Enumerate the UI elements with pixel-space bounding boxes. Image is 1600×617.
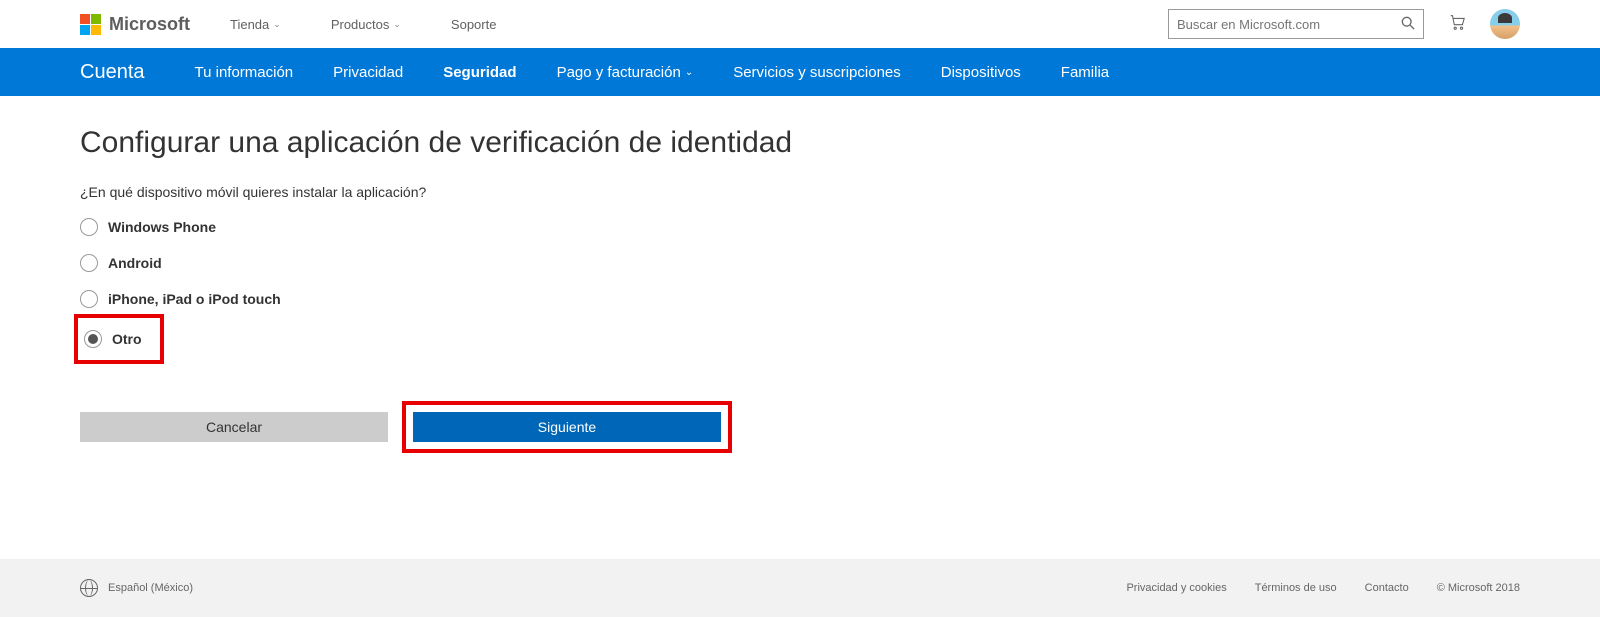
radio-label: Otro (112, 331, 142, 347)
menu-soporte[interactable]: Soporte (451, 17, 497, 32)
footer-privacy[interactable]: Privacidad y cookies (1126, 582, 1226, 594)
page-title: Configurar una aplicación de verificació… (80, 126, 1520, 160)
radio-label: iPhone, iPad o iPod touch (108, 291, 281, 307)
footer-copyright: © Microsoft 2018 (1437, 582, 1520, 594)
radio-icon (80, 254, 98, 272)
chevron-down-icon: ⌄ (273, 19, 281, 30)
radio-android[interactable]: Android (80, 254, 1520, 272)
menu-productos[interactable]: Productos ⌄ (331, 17, 401, 32)
radio-icon (80, 290, 98, 308)
microsoft-logo-icon (80, 14, 101, 35)
locale-label: Español (México) (108, 582, 193, 594)
account-nav: Cuenta Tu información Privacidad Segurid… (0, 48, 1600, 96)
global-header: Microsoft Tienda ⌄ Productos ⌄ Soporte (0, 0, 1600, 48)
main-content: Configurar una aplicación de verificació… (0, 96, 1600, 502)
footer-locale[interactable]: Español (México) (80, 579, 193, 597)
device-prompt: ¿En qué dispositivo móvil quieres instal… (80, 184, 1520, 200)
footer-links: Privacidad y cookies Términos de uso Con… (1126, 582, 1520, 594)
footer-contact[interactable]: Contacto (1365, 582, 1409, 594)
radio-label: Android (108, 255, 162, 271)
menu-tienda[interactable]: Tienda ⌄ (230, 17, 281, 32)
chevron-down-icon: ⌄ (685, 67, 693, 78)
avatar[interactable] (1490, 9, 1520, 39)
menu-label: Productos (331, 17, 390, 32)
global-menu: Tienda ⌄ Productos ⌄ Soporte (230, 17, 496, 32)
nav-familia[interactable]: Familia (1061, 64, 1109, 81)
nav-tu-informacion[interactable]: Tu información (195, 64, 294, 81)
footer: Español (México) Privacidad y cookies Té… (0, 559, 1600, 617)
radio-icon (80, 218, 98, 236)
radio-otro[interactable]: Otro (84, 330, 142, 348)
search-box[interactable] (1168, 9, 1424, 39)
account-nav-brand[interactable]: Cuenta (80, 61, 145, 84)
microsoft-logo[interactable]: Microsoft (80, 14, 190, 35)
cancel-button[interactable]: Cancelar (80, 412, 388, 442)
radio-icon (84, 330, 102, 348)
radio-windows-phone[interactable]: Windows Phone (80, 218, 1520, 236)
header-right (1168, 9, 1520, 39)
globe-icon (80, 579, 98, 597)
nav-dispositivos[interactable]: Dispositivos (941, 64, 1021, 81)
search-input[interactable] (1177, 17, 1401, 32)
nav-seguridad[interactable]: Seguridad (443, 64, 516, 81)
microsoft-wordmark: Microsoft (109, 14, 190, 35)
footer-terms[interactable]: Términos de uso (1255, 582, 1337, 594)
device-radio-group: Windows Phone Android iPhone, iPad o iPo… (80, 218, 1520, 352)
cart-icon[interactable] (1448, 13, 1466, 36)
button-row: Cancelar Siguiente (80, 412, 1520, 442)
nav-servicios-suscripciones[interactable]: Servicios y suscripciones (733, 64, 901, 81)
radio-label: Windows Phone (108, 219, 216, 235)
chevron-down-icon: ⌄ (393, 19, 401, 30)
nav-privacidad[interactable]: Privacidad (333, 64, 403, 81)
highlight-annotation: Siguiente (402, 401, 732, 453)
menu-label: Tienda (230, 17, 269, 32)
next-button[interactable]: Siguiente (413, 412, 721, 442)
search-icon[interactable] (1401, 16, 1415, 33)
menu-label: Soporte (451, 17, 497, 32)
nav-pago-facturacion[interactable]: Pago y facturación⌄ (557, 64, 694, 81)
radio-iphone-ipad-ipod[interactable]: iPhone, iPad o iPod touch (80, 290, 1520, 308)
highlight-annotation: Otro (74, 314, 164, 364)
